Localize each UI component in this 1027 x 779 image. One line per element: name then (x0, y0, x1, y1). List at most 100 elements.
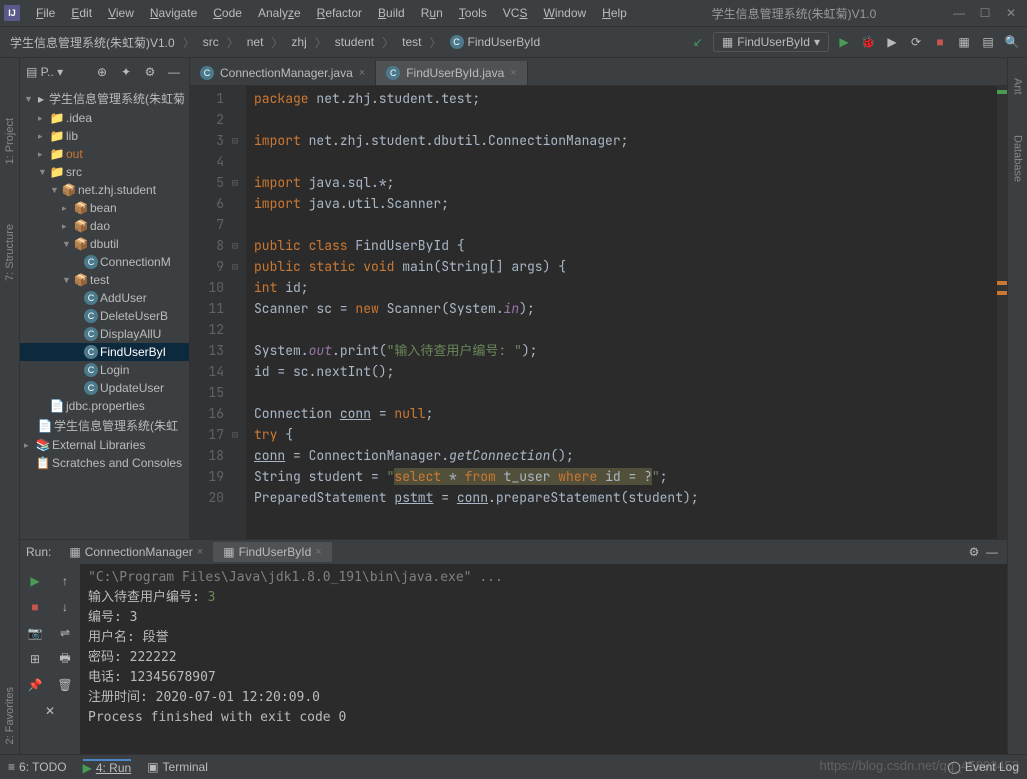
console-output[interactable]: "C:\Program Files\Java\jdk1.8.0_191\bin\… (80, 564, 1007, 754)
menu-navigate[interactable]: Navigate (142, 4, 205, 22)
breadcrumb[interactable]: 学生信息管理系统(朱虹菊)V1.0 〉 src 〉 net 〉 zhj 〉 st… (6, 32, 689, 53)
project-tree[interactable]: ▼▸学生信息管理系统(朱虹菊 ▸📁.idea ▸📁lib ▸📁out ▼📁src… (20, 86, 189, 474)
run-tab-connection-manager[interactable]: ▦ConnectionManager× (59, 542, 213, 562)
breadcrumb-item[interactable]: zhj (287, 33, 310, 51)
menu-file[interactable]: File (28, 4, 63, 22)
breadcrumb-item[interactable]: src (199, 33, 223, 51)
run-button[interactable]: ▶ (835, 33, 853, 51)
maximize-button[interactable]: ☐ (979, 7, 991, 19)
hide-icon[interactable]: — (983, 543, 1001, 561)
breadcrumb-item[interactable]: student (331, 33, 378, 51)
minimize-button[interactable]: — (953, 7, 965, 19)
structure-tool-button[interactable]: 7: Structure (4, 224, 16, 281)
menu-view[interactable]: View (100, 4, 142, 22)
stop-button[interactable]: ■ (26, 598, 44, 616)
trash-icon[interactable]: 🗑 (56, 676, 74, 694)
run-tab-find-user-by-id[interactable]: ▦FindUserById× (213, 542, 331, 562)
tab-find-user-by-id[interactable]: CFindUserById.java× (376, 61, 527, 85)
application-icon: ▦ (69, 545, 80, 559)
tree-package[interactable]: ▸📦dao (20, 217, 189, 235)
tree-class[interactable]: C UpdateUser (20, 379, 189, 397)
tree-class[interactable]: C DisplayAllU (20, 325, 189, 343)
tree-class-selected[interactable]: C FindUserByI (20, 343, 189, 361)
tree-file[interactable]: 📄jdbc.properties (20, 397, 189, 415)
close-icon[interactable]: × (510, 67, 516, 79)
menu-build[interactable]: Build (370, 4, 413, 22)
down-icon[interactable]: ↓ (56, 598, 74, 616)
tree-folder-out[interactable]: ▸📁out (20, 145, 189, 163)
pin-icon[interactable]: 📌 (26, 676, 44, 694)
expand-icon[interactable]: ✦ (117, 63, 135, 81)
close-icon[interactable]: ✕ (41, 702, 59, 720)
search-everywhere-button[interactable]: 🔍 (1003, 33, 1021, 51)
tab-connection-manager[interactable]: CConnectionManager.java× (190, 61, 376, 85)
tree-class[interactable]: C AddUser (20, 289, 189, 307)
tree-root[interactable]: ▼▸学生信息管理系统(朱虹菊 (20, 88, 189, 109)
up-icon[interactable]: ↑ (56, 572, 74, 590)
menu-window[interactable]: Window (535, 4, 594, 22)
project-view-dropdown[interactable]: ▤ P.. ▾ (26, 65, 63, 79)
rerun-button[interactable]: ▶ (26, 572, 44, 590)
tree-folder[interactable]: ▸📁.idea (20, 109, 189, 127)
wrap-icon[interactable]: ⇌ (56, 624, 74, 642)
tree-folder[interactable]: ▸📁lib (20, 127, 189, 145)
menu-tools[interactable]: Tools (451, 4, 495, 22)
tree-file[interactable]: 📄学生信息管理系统(朱虹 (20, 415, 189, 436)
gear-icon[interactable]: ⚙ (141, 63, 159, 81)
layout-icon[interactable]: ⊞ (26, 650, 44, 668)
close-button[interactable]: ✕ (1005, 7, 1017, 19)
menu-refactor[interactable]: Refactor (309, 4, 370, 22)
locate-icon[interactable]: ⊕ (93, 63, 111, 81)
close-icon[interactable]: × (315, 546, 321, 558)
code-content[interactable]: package net.zhj.student.test; import net… (246, 86, 1007, 539)
tree-class[interactable]: C ConnectionM (20, 253, 189, 271)
print-icon[interactable]: 🖶 (56, 650, 74, 668)
status-bar: ≡ 6: TODO ▶ 4: Run ▣ Terminal ◯ Event Lo… (0, 754, 1027, 779)
tree-class[interactable]: C Login (20, 361, 189, 379)
gear-icon[interactable]: ⚙ (965, 543, 983, 561)
structure-button[interactable]: ▤ (979, 33, 997, 51)
profiler-button[interactable]: ⟳ (907, 33, 925, 51)
class-icon: C (84, 327, 98, 341)
breadcrumb-root[interactable]: 学生信息管理系统(朱虹菊)V1.0 (6, 32, 179, 53)
stop-button[interactable]: ■ (931, 33, 949, 51)
code-editor[interactable]: 1234567891011121314151617181920 ⊟ ⊟ ⊟⊟ ⊟… (190, 86, 1007, 539)
menu-help[interactable]: Help (594, 4, 635, 22)
favorites-tool-button[interactable]: 2: Favorites (4, 687, 16, 744)
debug-button[interactable]: 🐞 (859, 33, 877, 51)
menu-edit[interactable]: Edit (63, 4, 100, 22)
run-tool-button[interactable]: ▶ 4: Run (83, 759, 132, 775)
terminal-tool-button[interactable]: ▣ Terminal (147, 760, 208, 774)
ant-tool-button[interactable]: Ant (1012, 78, 1024, 95)
breadcrumb-item[interactable]: test (398, 33, 425, 51)
menu-code[interactable]: Code (205, 4, 250, 22)
project-tool-button[interactable]: 1: Project (4, 118, 16, 164)
coverage-button[interactable]: ▶ (883, 33, 901, 51)
tree-scratches[interactable]: 📋Scratches and Consoles (20, 454, 189, 472)
tree-package[interactable]: ▼📦dbutil (20, 235, 189, 253)
error-stripe[interactable] (997, 86, 1007, 539)
database-tool-button[interactable]: Database (1012, 135, 1024, 182)
vcs-button[interactable]: ▦ (955, 33, 973, 51)
build-icon[interactable]: ↙ (689, 33, 707, 51)
hide-icon[interactable]: — (165, 63, 183, 81)
tree-package[interactable]: ▸📦bean (20, 199, 189, 217)
tree-package[interactable]: ▼📦test (20, 271, 189, 289)
tree-package[interactable]: ▼📦net.zhj.student (20, 181, 189, 199)
tree-external-libs[interactable]: ▸📚External Libraries (20, 436, 189, 454)
close-icon[interactable]: × (359, 67, 365, 79)
todo-tool-button[interactable]: ≡ 6: TODO (8, 760, 67, 774)
camera-icon[interactable]: 📷 (26, 624, 44, 642)
run-config-dropdown[interactable]: ▦ FindUserById ▾ (713, 32, 829, 52)
breadcrumb-item[interactable]: net (243, 33, 268, 51)
breadcrumb-item[interactable]: C FindUserById (446, 33, 545, 51)
menu-vcs[interactable]: VCS (495, 4, 536, 22)
event-log-button[interactable]: ◯ Event Log (948, 760, 1019, 774)
tree-class[interactable]: C DeleteUserB (20, 307, 189, 325)
menu-analyze[interactable]: Analyze (250, 4, 309, 22)
navigation-bar: 学生信息管理系统(朱虹菊)V1.0 〉 src 〉 net 〉 zhj 〉 st… (0, 27, 1027, 58)
menu-run[interactable]: Run (413, 4, 451, 22)
tree-folder-src[interactable]: ▼📁src (20, 163, 189, 181)
close-icon[interactable]: × (197, 546, 203, 558)
fold-gutter[interactable]: ⊟ ⊟ ⊟⊟ ⊟ (232, 86, 246, 539)
